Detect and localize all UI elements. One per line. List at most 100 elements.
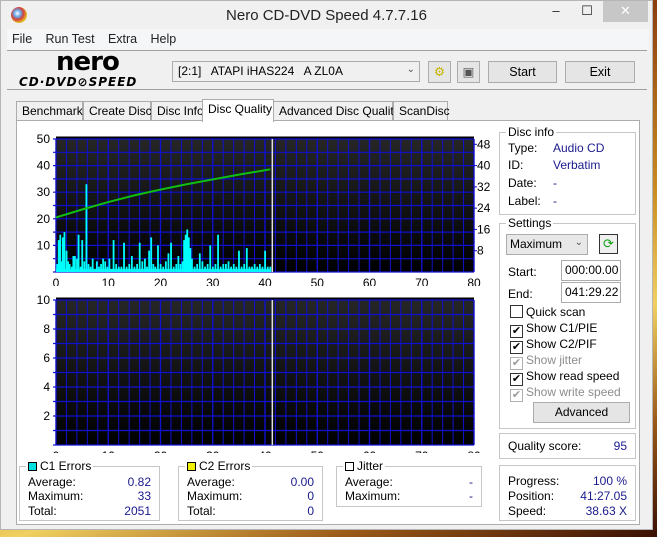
y2-tick-label: 8 bbox=[477, 244, 484, 258]
c1-errors-title-text: C1 Errors bbox=[40, 459, 91, 473]
c1-average-value: 0.82 bbox=[128, 475, 151, 489]
exit-button[interactable]: Exit bbox=[565, 61, 635, 83]
checkbox-box bbox=[510, 305, 523, 318]
progress-label: Progress: bbox=[508, 474, 559, 488]
disc-id-value: Verbatim bbox=[553, 158, 600, 172]
c2-total-label: Total: bbox=[187, 504, 216, 518]
x-tick-label: 70 bbox=[415, 449, 429, 453]
end-time-input[interactable]: 041:29.22 bbox=[561, 282, 621, 303]
drive-info-button[interactable]: ⚙ bbox=[428, 61, 451, 83]
start-time-input[interactable]: 000:00.00 bbox=[561, 260, 621, 281]
disc-type-label: Type: bbox=[508, 141, 553, 155]
tab-disc-quality[interactable]: Disc Quality bbox=[202, 99, 274, 122]
y-tick-label: 4 bbox=[43, 380, 50, 394]
quick-scan-checkbox[interactable]: Quick scan bbox=[510, 305, 585, 320]
close-button[interactable]: ✕ bbox=[603, 1, 648, 22]
c2-total-row: Total:0 bbox=[187, 504, 314, 519]
menu-help[interactable]: Help bbox=[145, 29, 181, 46]
advanced-button[interactable]: Advanced bbox=[533, 402, 630, 423]
c2-maximum-label: Maximum: bbox=[187, 489, 242, 503]
c1-total-label: Total: bbox=[28, 504, 57, 518]
menu-file[interactable]: File bbox=[7, 29, 37, 46]
c1-error-bar bbox=[113, 240, 115, 272]
x-tick-label: 20 bbox=[154, 449, 168, 453]
c1-error-baseline bbox=[56, 269, 270, 272]
c2-color-swatch bbox=[187, 462, 196, 471]
tab-benchmark[interactable]: Benchmark bbox=[16, 101, 83, 121]
tab-scandisc[interactable]: ScanDisc bbox=[393, 101, 448, 121]
chevron-down-icon: ⌄ bbox=[575, 237, 583, 248]
x-tick-label: 10 bbox=[102, 449, 116, 453]
c1-error-bar bbox=[64, 232, 66, 272]
show-jitter-label: Show jitter bbox=[526, 353, 582, 367]
show-jitter-checkbox[interactable]: ✔Show jitter bbox=[510, 353, 582, 368]
progress-group: Progress: 100 % Position: 41:27.05 Speed… bbox=[499, 465, 636, 521]
minimize-button[interactable]: ‒ bbox=[541, 1, 571, 22]
show-read-speed-checkbox[interactable]: ✔Show read speed bbox=[510, 369, 619, 384]
show-read-speed-label: Show read speed bbox=[526, 369, 619, 383]
c1-error-bar bbox=[188, 237, 190, 272]
divider bbox=[7, 89, 647, 90]
position-label: Position: bbox=[508, 489, 554, 503]
c1-chart-svg: 10203040508162432404801020304050607080 bbox=[21, 126, 491, 286]
c1-error-bar bbox=[186, 229, 188, 272]
c1-maximum-row: Maximum:33 bbox=[28, 489, 151, 504]
show-c1-pie-checkbox[interactable]: ✔Show C1/PIE bbox=[510, 321, 597, 336]
disc-label-label: Label: bbox=[508, 194, 553, 208]
disc-id-label: ID: bbox=[508, 158, 553, 172]
c1-error-bar bbox=[183, 240, 185, 272]
menu-run-test[interactable]: Run Test bbox=[41, 29, 100, 46]
c1-error-bar bbox=[217, 235, 219, 272]
maximize-button[interactable]: ☐ bbox=[572, 1, 602, 22]
jitter-color-swatch bbox=[345, 462, 354, 471]
c1-error-bar bbox=[157, 245, 159, 272]
y2-tick-label: 40 bbox=[477, 159, 491, 173]
jitter-title-text: Jitter bbox=[357, 459, 383, 473]
show-write-speed-checkbox[interactable]: ✔Show write speed bbox=[510, 385, 621, 400]
c1-error-bar bbox=[189, 248, 191, 272]
save-button[interactable]: ▣ bbox=[457, 61, 480, 83]
c1-average-row: Average:0.82 bbox=[28, 475, 151, 490]
y-tick-label: 10 bbox=[37, 238, 51, 252]
y-tick-label: 50 bbox=[37, 132, 51, 146]
c1-error-bar bbox=[123, 243, 125, 272]
c2-chart-svg: 24681001020304050607080 bbox=[21, 288, 491, 453]
drive-select[interactable]: [2:1] ATAPI iHAS224 A ZL0A ⌄ bbox=[172, 61, 420, 82]
menu-extra[interactable]: Extra bbox=[103, 29, 142, 46]
y-tick-label: 40 bbox=[37, 159, 51, 173]
c2-average-row: Average: 0.00 bbox=[187, 475, 314, 490]
show-c2-pif-label: Show C2/PIF bbox=[526, 337, 597, 351]
c1-error-bar bbox=[209, 245, 211, 272]
show-c2-pif-checkbox[interactable]: ✔Show C2/PIF bbox=[510, 337, 597, 352]
title-bar[interactable]: Nero CD-DVD Speed 4.7.7.16 ‒ ☐ ✕ bbox=[1, 1, 652, 29]
speed-label: Speed: bbox=[508, 504, 546, 518]
c2-errors-title-text: C2 Errors bbox=[199, 459, 250, 473]
speed-select[interactable]: Maximum ⌄ bbox=[506, 234, 588, 255]
progress-row: Progress: 100 % bbox=[508, 474, 627, 489]
c2-average-value: 0.00 bbox=[291, 475, 314, 489]
refresh-speed-button[interactable]: ⟳ bbox=[599, 234, 618, 254]
c1-errors-group: C1 Errors Average:0.82 Maximum:33 Total:… bbox=[19, 466, 160, 521]
c2-average-label: Average: bbox=[187, 475, 235, 489]
drive-select-value: [2:1] ATAPI iHAS224 A ZL0A bbox=[178, 64, 343, 78]
tab-create-disc[interactable]: Create Disc bbox=[83, 101, 151, 121]
tab-advanced-disc-quality[interactable]: Advanced Disc Quality bbox=[273, 101, 393, 121]
x-tick-label: 70 bbox=[415, 276, 429, 286]
c1-maximum-value: 33 bbox=[138, 489, 151, 503]
disc-label-value: - bbox=[553, 194, 557, 208]
start-button[interactable]: Start bbox=[488, 61, 557, 83]
nero-logo: nero bbox=[56, 51, 119, 73]
tab-disc-info[interactable]: Disc Info bbox=[151, 101, 203, 121]
y2-tick-label: 32 bbox=[477, 180, 491, 194]
x-tick-label: 40 bbox=[258, 449, 272, 453]
c2-maximum-row: Maximum:0 bbox=[187, 489, 314, 504]
y-tick-label: 10 bbox=[37, 293, 51, 307]
y2-tick-label: 24 bbox=[477, 201, 491, 215]
c1-color-swatch bbox=[28, 462, 37, 471]
y-tick-label: 6 bbox=[43, 351, 50, 365]
position-value: 41:27.05 bbox=[580, 489, 627, 503]
settings-group: Settings Maximum ⌄ ⟳ Start: 000:00.00 En… bbox=[499, 223, 636, 429]
quality-score-group: Quality score: 95 bbox=[499, 433, 636, 459]
c1-error-bar bbox=[185, 235, 187, 272]
speed-row: Speed: 38.63 X bbox=[508, 504, 627, 519]
